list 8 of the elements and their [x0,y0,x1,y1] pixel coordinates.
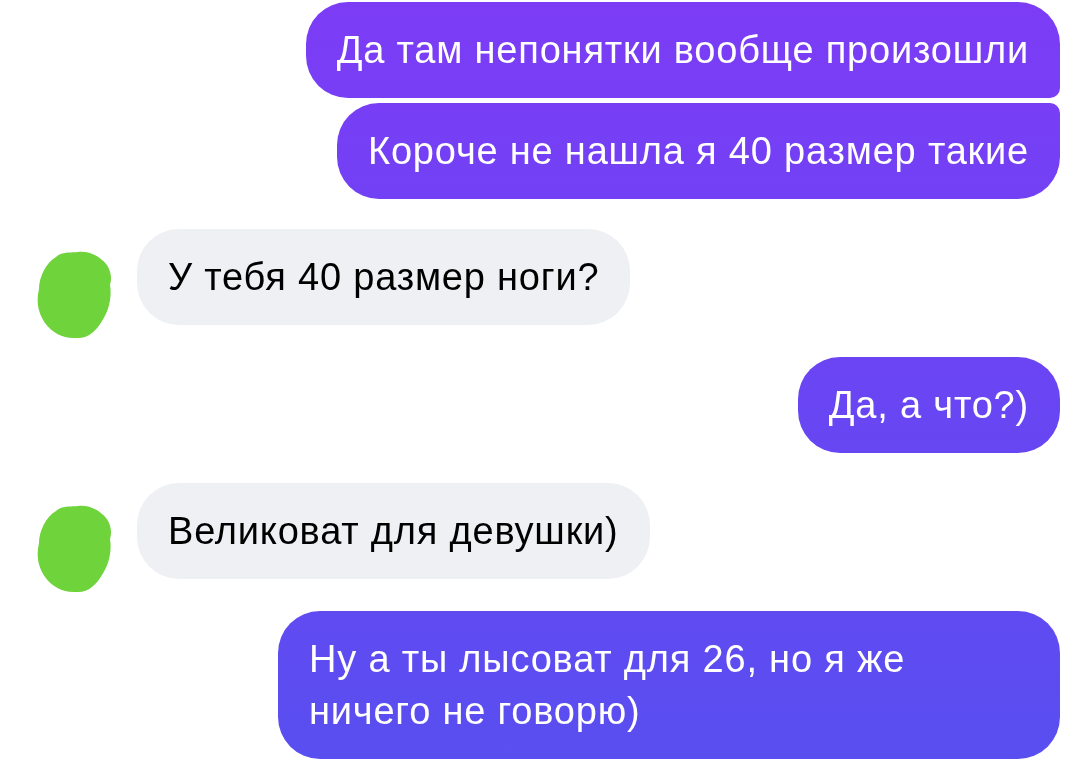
message-bubble: У тебя 40 размер ноги? [137,229,631,325]
avatar-blot-icon [36,505,112,593]
message-bubble: Великоват для девушки) [137,483,650,579]
message-bubble: Да, а что?) [797,357,1060,453]
avatar-blot-icon [36,251,112,339]
message-bubble: Короче не нашла я 40 размер такие [337,103,1060,199]
message-bubble: Ну а ты лысоват для 26, но я же ничего не говорю) [278,611,1060,759]
message-bubble: Да там непонятки вообще произошли [305,2,1060,98]
